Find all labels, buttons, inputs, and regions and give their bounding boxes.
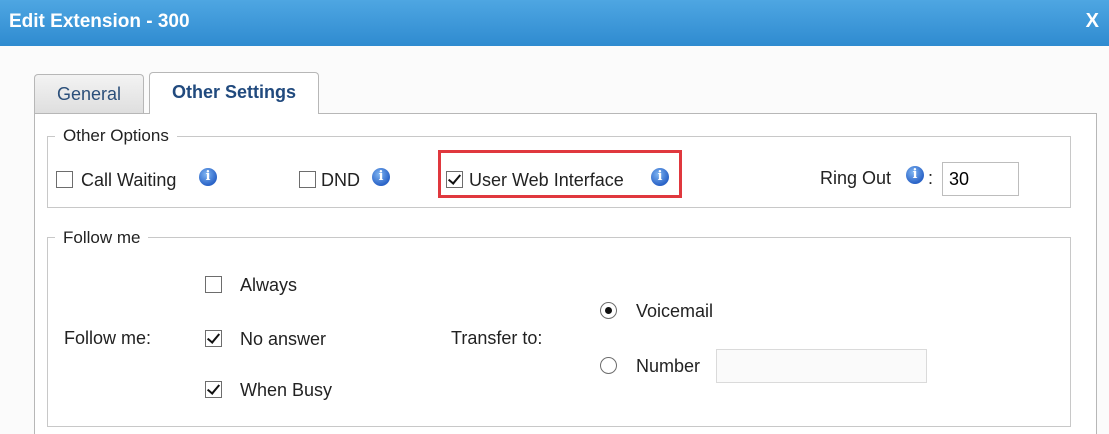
- dnd-checkbox[interactable]: [299, 171, 316, 188]
- tab-general[interactable]: General: [34, 74, 144, 114]
- number-input[interactable]: [716, 349, 927, 383]
- follow-me-label: Follow me:: [64, 328, 152, 348]
- ring-out-label: Ring Out: [820, 168, 892, 188]
- call-waiting-label: Call Waiting: [81, 170, 177, 190]
- other-options-legend: Other Options: [55, 126, 177, 146]
- dialog-title: Edit Extension - 300: [9, 11, 190, 32]
- number-radio[interactable]: [600, 357, 617, 374]
- no-answer-label: No answer: [240, 329, 327, 349]
- info-icon[interactable]: i: [651, 168, 669, 186]
- user-web-interface-label: User Web Interface: [469, 170, 624, 190]
- no-answer-checkbox[interactable]: [205, 330, 222, 347]
- transfer-to-label: Transfer to:: [451, 328, 543, 348]
- ring-out-input[interactable]: [942, 162, 1019, 196]
- call-waiting-checkbox[interactable]: [56, 171, 73, 188]
- number-label: Number: [636, 356, 701, 376]
- follow-me-legend: Follow me: [55, 228, 149, 248]
- when-busy-checkbox[interactable]: [205, 381, 222, 398]
- info-icon[interactable]: i: [199, 168, 217, 186]
- ring-out-colon: :: [928, 168, 934, 188]
- always-label: Always: [240, 275, 298, 295]
- voicemail-radio[interactable]: [600, 302, 617, 319]
- follow-me-group: [47, 237, 1071, 427]
- always-checkbox[interactable]: [205, 276, 222, 293]
- dialog-titlebar: Edit Extension - 300 X: [0, 0, 1109, 46]
- info-icon[interactable]: i: [372, 168, 390, 186]
- dnd-label: DND: [321, 170, 360, 190]
- tab-other-settings[interactable]: Other Settings: [149, 72, 319, 114]
- voicemail-label: Voicemail: [636, 301, 714, 321]
- user-web-interface-checkbox[interactable]: [446, 171, 463, 188]
- close-icon[interactable]: X: [1086, 10, 1099, 33]
- info-icon[interactable]: i: [906, 166, 924, 184]
- when-busy-label: When Busy: [240, 380, 333, 400]
